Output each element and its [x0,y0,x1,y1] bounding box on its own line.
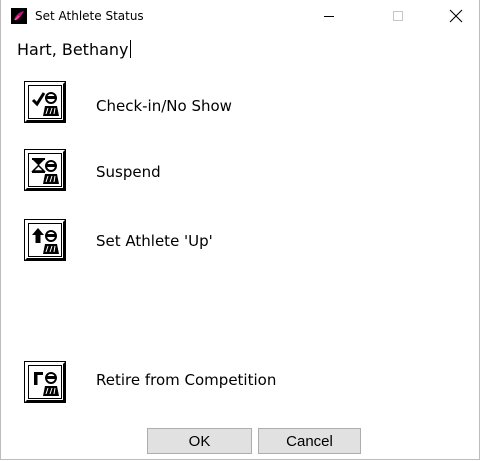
set-athlete-up-label: Set Athlete 'Up' [96,232,213,250]
text-caret [129,40,131,58]
cancel-button[interactable]: Cancel [258,428,361,454]
retire-athlete-icon [34,372,59,396]
close-button[interactable] [433,0,479,32]
athlete-name-text: Hart, Bethany [17,40,129,59]
app-icon [11,8,27,24]
checkmark-athlete-icon [31,92,59,116]
ok-button[interactable]: OK [147,428,252,454]
retire-from-competition-label: Retire from Competition [96,371,277,389]
set-athlete-up-button[interactable] [24,219,66,261]
close-icon [449,9,463,23]
maximize-icon [393,11,403,21]
athlete-name-field[interactable]: Hart, Bethany [17,40,131,60]
window-title: Set Athlete Status [35,9,144,23]
title-bar: Set Athlete Status [1,0,479,32]
suspend-label: Suspend [96,163,161,181]
suspend-button[interactable] [24,149,66,191]
minimize-icon [324,16,334,17]
dialog-window: Set Athlete Status Hart, Bethany Check-i… [0,0,480,460]
checkin-no-show-button[interactable] [24,81,66,123]
checkin-no-show-label: Check-in/No Show [96,97,232,115]
minimize-button[interactable] [306,0,352,32]
maximize-button[interactable] [375,0,421,32]
retire-from-competition-button[interactable] [24,361,66,403]
hourglass-athlete-icon [31,158,59,184]
up-arrow-athlete-icon [32,228,59,254]
